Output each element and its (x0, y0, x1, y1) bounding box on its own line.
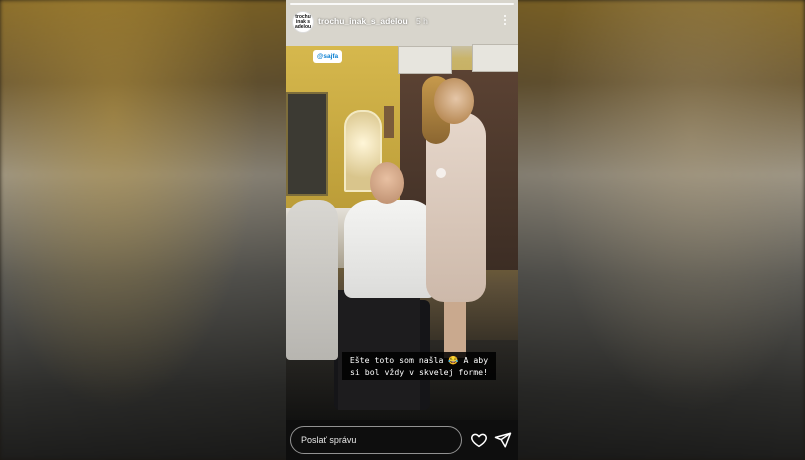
avatar-logo-text: trochu inak s adelou (294, 13, 312, 30)
tag-indicator[interactable] (436, 168, 446, 178)
photo-woman-head (434, 78, 474, 124)
photo-woman-legs (444, 298, 466, 358)
story-progress-bar (290, 3, 514, 5)
more-dot (503, 14, 507, 17)
photo-poster (384, 106, 394, 138)
more-dot (503, 18, 507, 22)
photo-air-conditioner (472, 44, 518, 72)
story-header: trochu inak s adelou trochu_inak_s_adelo… (286, 8, 518, 34)
mention-sticker[interactable]: @sajfa (313, 50, 343, 63)
send-icon[interactable] (494, 431, 512, 449)
story-viewer[interactable]: trochu inak s adelou trochu_inak_s_adelo… (286, 0, 518, 460)
background-glow-right (520, 0, 805, 460)
photo-man-shirt (344, 200, 436, 298)
photo-man-head (370, 162, 404, 204)
message-input[interactable] (290, 426, 462, 454)
background-glow-left (0, 0, 285, 460)
story-caption: Ešte toto som našla 😂 A aby si bol vždy … (342, 352, 496, 380)
photo-window (286, 92, 328, 196)
username[interactable]: trochu_inak_s_adelou (318, 16, 408, 26)
more-dot (503, 23, 507, 26)
avatar[interactable]: trochu inak s adelou (292, 11, 314, 33)
photo-man-pants (338, 290, 420, 410)
heart-icon[interactable] (470, 431, 488, 449)
more-vertical-icon[interactable] (500, 12, 510, 28)
photo-air-conditioner (398, 46, 452, 74)
photo-makeup-artist (286, 200, 338, 360)
post-time: 5 h (416, 16, 428, 26)
